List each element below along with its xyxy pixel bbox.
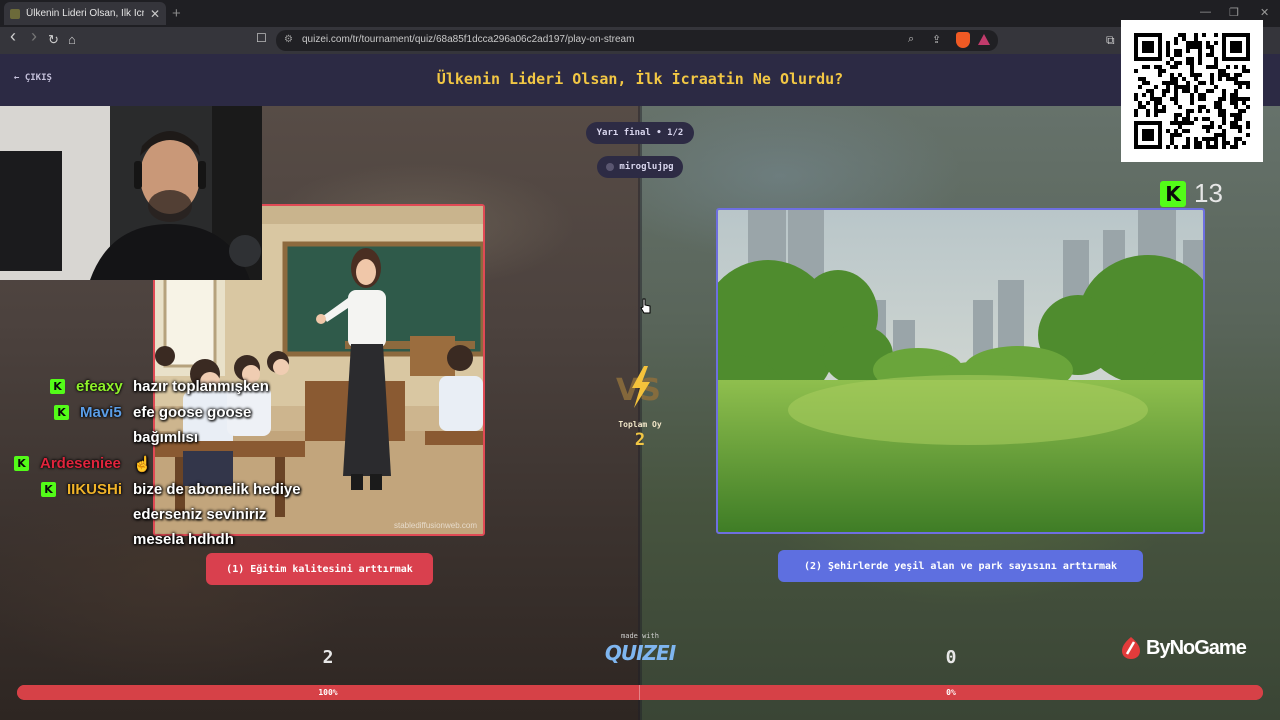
browser-tab-bar: Ülkenin Lideri Olsan, İlk İcraatin ✕ + —… (0, 0, 1280, 27)
vote-progress-bar (17, 685, 1263, 700)
quiz-title: Ülkenin Lideri Olsan, İlk İcraatin Ne Ol… (436, 70, 844, 88)
center-divider (638, 106, 642, 720)
kick-badge-icon: K (41, 482, 56, 497)
chat-message: hazır toplanmışken (133, 378, 269, 395)
round-badge: Yarı final • 1/2 (586, 122, 694, 144)
bookmark-icon[interactable]: ☐ (256, 31, 267, 45)
mouse-pointer-icon (640, 298, 651, 314)
tab-title: Ülkenin Lideri Olsan, İlk İcraatin (26, 8, 144, 19)
webcam-image (0, 106, 262, 280)
host-name: miroglujpg (619, 162, 674, 172)
chat-username: efeaxy (76, 378, 123, 395)
browser-tab[interactable]: Ülkenin Lideri Olsan, İlk İcraatin ✕ (4, 2, 166, 25)
brave-shields-icon[interactable] (956, 32, 970, 48)
extensions-icon[interactable]: ⧉ (1106, 33, 1115, 48)
total-votes-label: Toplam Oy (618, 420, 662, 429)
screen: Ülkenin Lideri Olsan, İlk İcraatin ✕ + —… (0, 0, 1280, 720)
sponsor-logo: ByNoGame (1120, 636, 1247, 660)
option-2-percent: 0% (946, 688, 956, 697)
streamer-webcam (0, 106, 262, 280)
option-2-votes: 0 (945, 647, 957, 668)
browser-toolbar: ‹ › ↻ ⌂ ⚙ quizei.com/tr/tournament/quiz/… (0, 27, 1280, 54)
kick-badge-icon: K (50, 379, 65, 394)
chat-message: bize de abonelik hediye (133, 481, 301, 498)
qr-code-image (1134, 33, 1250, 149)
maximize-window-icon[interactable]: ❐ (1229, 6, 1239, 19)
site-info-icon[interactable]: ⚙ (284, 34, 293, 45)
home-icon[interactable]: ⌂ (68, 32, 76, 48)
option-2-card[interactable] (716, 208, 1205, 534)
option-1-progress-fill (17, 685, 1263, 700)
round-label: Yarı final • 1/2 (596, 128, 684, 138)
chat-username: Mavi5 (80, 404, 122, 421)
host-badge: miroglujpg (597, 156, 683, 178)
qr-code (1121, 20, 1263, 162)
back-icon[interactable]: ‹ (10, 27, 16, 45)
chat-username: Ardeseniee (40, 455, 121, 472)
close-window-icon[interactable]: ✕ (1260, 6, 1269, 19)
share-icon[interactable]: ⇪ (932, 33, 941, 46)
progress-midline (639, 685, 640, 700)
site-favicon-icon (10, 8, 20, 19)
option-1-percent: 100% (318, 688, 338, 697)
park-image (718, 210, 1203, 532)
versus-icon: VS (616, 366, 661, 408)
option-1-votes: 2 (322, 647, 334, 668)
chat-message: ☝ (133, 456, 152, 473)
chat-message: ederseniz seviniriz (133, 506, 267, 523)
chat-username: IIKUSHi (67, 481, 123, 498)
option-2-button[interactable]: (2) Şehirlerde yeşil alan ve park sayısı… (778, 550, 1143, 582)
address-bar[interactable]: ⚙ quizei.com/tr/tournament/quiz/68a85f1d… (276, 30, 998, 51)
zoom-icon[interactable]: ⌕ (908, 33, 914, 46)
reload-icon[interactable]: ↻ (48, 32, 59, 48)
brave-rewards-icon[interactable] (978, 34, 990, 45)
made-with-label: made with (621, 632, 659, 640)
kick-logo-icon: K (1160, 180, 1186, 207)
forward-icon[interactable]: › (31, 27, 37, 45)
chat-message: bağımlısı (133, 429, 199, 446)
bynogame-logo-icon (1122, 637, 1140, 659)
kick-badge-icon: K (14, 456, 29, 471)
new-tab-button[interactable]: + (172, 5, 181, 22)
image-watermark: stablediffusionweb.com (393, 521, 477, 530)
quiz-header: ← ÇIKIŞ Ülkenin Lideri Olsan, İlk İcraat… (0, 54, 1280, 106)
chat-message: efe goose goose (133, 404, 252, 421)
host-avatar (606, 163, 615, 171)
quizei-logo[interactable]: QUIZEI (604, 641, 676, 665)
sponsor-name: ByNoGame (1146, 636, 1247, 659)
option-1-button[interactable]: (1) Eğitim kalitesini arttırmak (206, 553, 433, 585)
chat-message: mesela hdhdh (133, 531, 234, 548)
tab-close-icon[interactable]: ✕ (150, 7, 160, 21)
total-votes-count: 2 (634, 430, 646, 450)
minimize-window-icon[interactable]: — (1200, 6, 1211, 18)
viewer-count: 13 (1194, 178, 1223, 208)
url-text: quizei.com/tr/tournament/quiz/68a85f1dcc… (302, 34, 635, 45)
kick-badge-icon: K (54, 405, 69, 420)
kick-viewer-count: K 13 (1160, 178, 1223, 209)
